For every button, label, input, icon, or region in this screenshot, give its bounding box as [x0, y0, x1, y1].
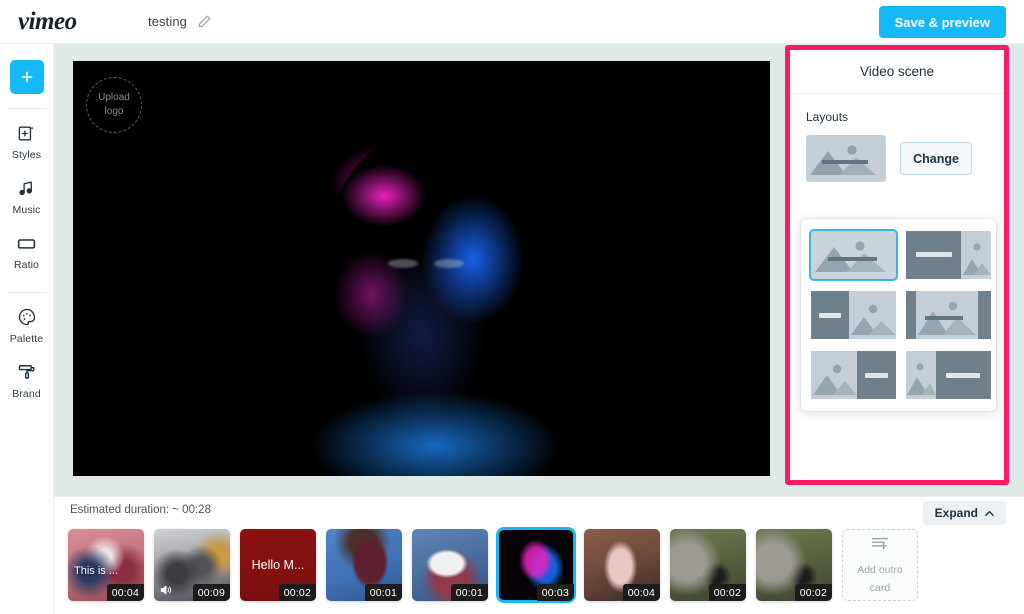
panel-title: Video scene: [790, 50, 1004, 94]
upload-logo-line2: logo: [104, 106, 124, 117]
project-title: testing: [148, 14, 188, 29]
top-bar: vimeo testing Save & preview: [0, 0, 1024, 44]
video-scene-panel-highlight: Video scene Layouts Change: [785, 45, 1009, 485]
timeline-clip[interactable]: Hello M... 00:02: [240, 529, 316, 601]
timeline-clip[interactable]: 00:09: [154, 529, 230, 601]
clip-duration: 00:04: [622, 584, 660, 601]
chevron-up-icon: [985, 506, 994, 520]
svg-text:vimeo: vimeo: [18, 10, 77, 34]
sidebar-item-ratio[interactable]: Ratio: [0, 223, 54, 278]
estimated-duration-label: Estimated duration: ~ 00:28: [70, 504, 211, 516]
left-sidebar: Styles Music Ratio Palette Brand: [0, 44, 54, 614]
timeline-clip[interactable]: 00:02: [670, 529, 746, 601]
layout-option-image-left-text-right-wide[interactable]: [906, 351, 991, 399]
save-and-preview-button[interactable]: Save & preview: [878, 6, 1006, 38]
preview-image: [73, 61, 770, 476]
current-layout-thumbnail[interactable]: [806, 135, 886, 182]
vimeo-logo[interactable]: vimeo: [18, 9, 110, 35]
layout-options-dropdown: [801, 219, 996, 411]
clip-strip: This is ... 00:04 00:09 Hello M... 00:02: [68, 527, 918, 603]
upload-logo-line1: Upload: [98, 92, 130, 103]
music-icon: [16, 177, 38, 199]
sidebar-item-label: Styles: [11, 149, 42, 161]
layout-option-text-left-image-right[interactable]: [906, 231, 991, 279]
palette-icon: [16, 306, 38, 328]
clip-duration: 00:01: [364, 584, 402, 601]
add-outro-line2: card: [869, 582, 891, 594]
sidebar-item-label: Brand: [12, 388, 41, 400]
video-scene-panel: Video scene Layouts Change: [790, 50, 1004, 480]
timeline-clip[interactable]: 00:01: [412, 529, 488, 601]
panel-body: Layouts Change: [790, 94, 1004, 411]
clip-duration: 00:02: [794, 584, 832, 601]
timeline-bar: Estimated duration: ~ 00:28 Expand This …: [54, 496, 1024, 614]
layout-option-image-center-text[interactable]: [906, 291, 991, 339]
clip-duration: 00:03: [536, 584, 574, 601]
timeline-clip[interactable]: This is ... 00:04: [68, 529, 144, 601]
sidebar-item-brand[interactable]: Brand: [0, 352, 54, 407]
timeline-clip-selected[interactable]: 00:03: [496, 527, 576, 603]
styles-icon: [16, 122, 38, 144]
sidebar-divider-bottom: [7, 292, 46, 293]
current-layout-row: Change: [806, 135, 988, 182]
sidebar-item-styles[interactable]: Styles: [0, 113, 54, 168]
sidebar-item-palette[interactable]: Palette: [0, 297, 54, 352]
expand-label: Expand: [934, 506, 978, 520]
timeline-clip[interactable]: 00:01: [326, 529, 402, 601]
layout-option-image-left-text-right[interactable]: [811, 351, 896, 399]
expand-timeline-button[interactable]: Expand: [922, 501, 1006, 525]
clip-duration: 00:02: [708, 584, 746, 601]
clip-duration: 00:01: [450, 584, 488, 601]
sidebar-item-label: Palette: [9, 333, 44, 345]
upload-logo-dropzone[interactable]: Upload logo: [86, 77, 142, 133]
vimeo-video-editor: vimeo testing Save & preview Styles Musi…: [0, 0, 1024, 614]
clip-overlay-text: This is ...: [74, 565, 119, 577]
preview-shoulder: [256, 386, 587, 476]
sidebar-item-label: Ratio: [13, 259, 39, 271]
change-layout-button[interactable]: Change: [900, 142, 972, 175]
clip-duration: 00:04: [106, 584, 144, 601]
timeline-clip[interactable]: 00:04: [584, 529, 660, 601]
sidebar-item-label: Music: [12, 204, 41, 216]
add-outro-card-button[interactable]: Add outro card: [842, 529, 918, 601]
layout-option-full-image[interactable]: [809, 229, 898, 281]
pencil-icon[interactable]: [195, 13, 213, 31]
preview-eye-left: [387, 259, 418, 269]
brand-icon: [16, 361, 38, 383]
layouts-label: Layouts: [806, 110, 849, 124]
sidebar-divider-top: [7, 108, 46, 109]
clip-duration: 00:09: [192, 584, 230, 601]
preview-eye-right: [434, 259, 465, 269]
add-outro-line1: Add outro: [857, 564, 903, 576]
sidebar-item-music[interactable]: Music: [0, 168, 54, 223]
clip-duration: 00:02: [278, 584, 316, 601]
speaker-icon: [159, 583, 173, 597]
clip-overlay-text: Hello M...: [251, 558, 305, 572]
timeline-clip[interactable]: 00:02: [756, 529, 832, 601]
add-scene-button[interactable]: [9, 60, 44, 94]
video-preview[interactable]: Upload logo: [73, 61, 770, 476]
ratio-icon: [16, 232, 38, 254]
layout-option-text-left-image-right-alt[interactable]: [811, 291, 896, 339]
add-card-icon: [869, 535, 891, 559]
editor-canvas: Upload logo Video scene Layouts Change: [54, 44, 1024, 496]
